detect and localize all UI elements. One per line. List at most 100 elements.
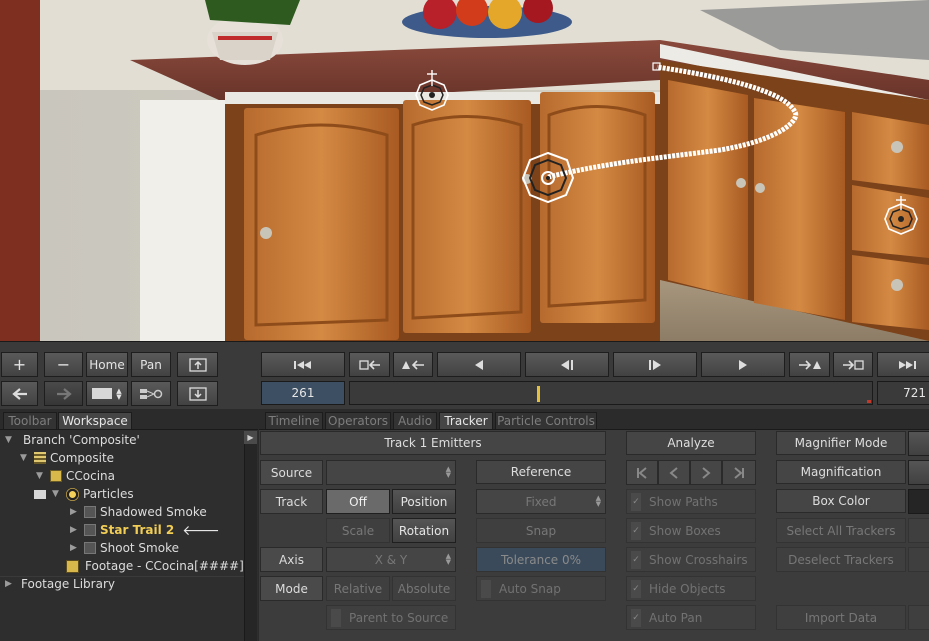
track-rotation-button[interactable]: Rotation (392, 518, 456, 543)
tree-item-particles[interactable]: ▼ Particles (34, 485, 134, 503)
play-forward-button[interactable] (701, 352, 785, 377)
tab-toolbar[interactable]: Toolbar (3, 412, 57, 429)
tree-item-shoot-smoke[interactable]: ▶ Shoot Smoke (70, 539, 179, 557)
skip-to-start-button[interactable] (261, 352, 345, 377)
upload-icon (188, 357, 207, 372)
download-icon (188, 386, 207, 401)
track-scale-button[interactable]: Scale (326, 518, 390, 543)
scroll-right-arrow-icon[interactable]: ▶ (244, 431, 257, 444)
box-color-swatch[interactable] (908, 489, 929, 514)
deselect-trackers-extra[interactable] (908, 547, 929, 572)
tab-tracker[interactable]: Tracker (439, 412, 493, 429)
select-all-trackers-extra[interactable] (908, 518, 929, 543)
tree-item-star-trail-2[interactable]: ▶ Star Trail 2 🡐 (70, 521, 220, 539)
tracker-1-target-icon[interactable] (521, 151, 575, 204)
track-off-button[interactable]: Off (326, 489, 390, 514)
tracker-2-target-icon[interactable] (415, 70, 449, 111)
skip-to-end-button[interactable] (877, 352, 929, 377)
reference-header: Reference (476, 460, 606, 484)
import-data-extra[interactable] (908, 605, 929, 630)
tree-item-footage[interactable]: Footage - CCocina[####] (66, 557, 244, 575)
download-button[interactable] (177, 381, 218, 406)
tracker-3-target-icon[interactable] (884, 196, 918, 235)
axis-label: Axis (260, 547, 323, 572)
analyze-first-button[interactable] (626, 460, 658, 485)
analyze-forward-button[interactable] (690, 460, 722, 485)
tracker-overlay[interactable] (0, 0, 929, 341)
auto-pan-checkbox[interactable]: ✓ Auto Pan (626, 605, 756, 630)
expand-down-icon[interactable]: ▼ (52, 489, 62, 499)
set-out-point-button[interactable] (833, 352, 873, 377)
zoom-in-button[interactable]: + (1, 352, 38, 377)
show-crosshairs-checkbox[interactable]: ✓ Show Crosshairs (626, 547, 756, 572)
composite-viewport[interactable] (0, 0, 929, 341)
show-boxes-checkbox[interactable]: ✓ Show Boxes (626, 518, 756, 543)
show-paths-checkbox[interactable]: ✓ Show Paths (626, 489, 756, 514)
tree-item-branch[interactable]: ▼ Branch 'Composite' (5, 431, 140, 449)
start-frame-field[interactable]: 261 (261, 381, 345, 405)
home-button[interactable]: Home (86, 352, 128, 377)
tab-workspace[interactable]: Workspace (58, 412, 132, 429)
track-label: Track (260, 489, 323, 514)
visibility-toggle-icon[interactable] (34, 489, 46, 499)
back-arrow-button[interactable] (1, 381, 38, 406)
step-forward-button[interactable] (613, 352, 697, 377)
tab-audio[interactable]: Audio (393, 412, 437, 429)
emitter-icon (84, 506, 96, 518)
expand-right-icon[interactable]: ▶ (70, 525, 80, 535)
magnifier-mode-label: Magnifier Mode (776, 431, 906, 455)
tolerance-slider[interactable]: Tolerance 0% (476, 547, 606, 572)
parent-to-source-checkbox[interactable]: Parent to Source (326, 605, 456, 630)
tree-item-composite[interactable]: ▼ Composite (20, 449, 114, 467)
end-frame-field[interactable]: 721 (877, 381, 929, 405)
selection-arrow-icon: 🡐 (182, 522, 220, 539)
view-select-button[interactable]: ▲ ▼ (86, 381, 128, 406)
tree-item-shadowed-smoke[interactable]: ▶ Shadowed Smoke (70, 503, 207, 521)
expand-down-icon[interactable]: ▼ (20, 453, 30, 463)
tree-item-footage-library[interactable]: ▶ Footage Library (5, 575, 115, 593)
expand-down-icon[interactable]: ▼ (36, 471, 46, 481)
playhead[interactable] (537, 386, 540, 402)
set-in-point-button[interactable] (349, 352, 390, 377)
play-reverse-button[interactable] (437, 352, 521, 377)
axis-dropdown[interactable]: X & Y ▲ ▼ (326, 547, 456, 572)
expand-down-icon[interactable]: ▼ (5, 435, 15, 445)
magnification-field[interactable] (908, 460, 929, 485)
emitter-icon (84, 524, 96, 536)
source-dropdown[interactable]: ▲ ▼ (326, 460, 456, 485)
mode-absolute-button[interactable]: Absolute (392, 576, 456, 601)
upload-button[interactable] (177, 352, 218, 377)
analyze-back-button[interactable] (658, 460, 690, 485)
check-icon: ✓ (631, 550, 641, 569)
deselect-trackers-button[interactable]: Deselect Trackers (776, 547, 906, 572)
mode-relative-button[interactable]: Relative (326, 576, 390, 601)
import-data-button[interactable]: Import Data (776, 605, 906, 630)
tab-particle-controls[interactable]: Particle Controls (495, 412, 597, 429)
link-button[interactable] (131, 381, 171, 406)
tree-item-ccocina[interactable]: ▼ CCocina (36, 467, 115, 485)
tab-timeline[interactable]: Timeline (265, 412, 323, 429)
reference-fixed-dropdown[interactable]: Fixed ▲ ▼ (476, 489, 606, 514)
expand-right-icon[interactable]: ▶ (70, 543, 80, 553)
expand-right-icon[interactable]: ▶ (70, 507, 80, 517)
magnifier-mode-toggle[interactable] (908, 431, 929, 456)
expand-right-icon[interactable]: ▶ (5, 579, 15, 589)
snap-button[interactable]: Snap (476, 518, 606, 543)
motion-path[interactable] (547, 64, 799, 180)
pan-button[interactable]: Pan (131, 352, 171, 377)
tree-scrollbar[interactable] (244, 431, 257, 641)
hide-objects-checkbox[interactable]: ✓ Hide Objects (626, 576, 756, 601)
step-back-button[interactable] (525, 352, 609, 377)
check-icon: ✓ (631, 579, 641, 598)
auto-snap-checkbox[interactable]: Auto Snap (476, 576, 606, 601)
timeline-scrubber[interactable] (349, 381, 873, 405)
forward-arrow-button[interactable] (44, 381, 83, 406)
tab-operators[interactable]: Operators (325, 412, 391, 429)
track-position-button[interactable]: Position (392, 489, 456, 514)
analyze-last-button[interactable] (722, 460, 756, 485)
updown-arrows-icon: ▲ ▼ (116, 386, 122, 401)
zoom-out-button[interactable]: − (44, 352, 83, 377)
key-back-button[interactable] (393, 352, 433, 377)
select-all-trackers-button[interactable]: Select All Trackers (776, 518, 906, 543)
key-forward-button[interactable] (789, 352, 830, 377)
